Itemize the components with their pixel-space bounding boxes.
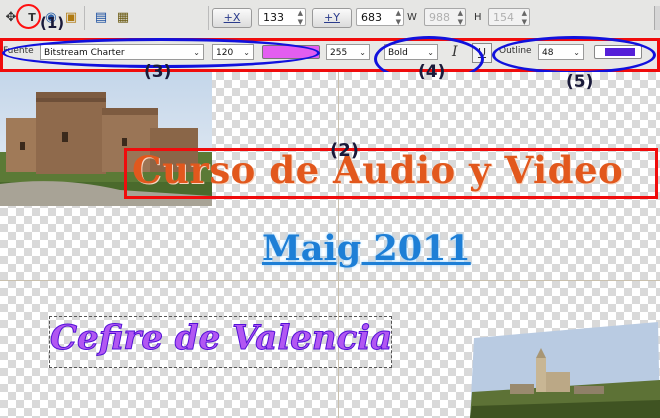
- separator: [84, 6, 85, 30]
- width-value: 988: [429, 11, 450, 24]
- save-icon[interactable]: ▤: [92, 9, 110, 27]
- annotation-box-title: [124, 148, 658, 199]
- save-as-icon[interactable]: ▦: [114, 9, 132, 27]
- spin-arrows-icon: ▲ ▼: [521, 9, 527, 26]
- annotation-4: (4): [418, 62, 446, 82]
- spin-arrows-icon[interactable]: ▲ ▼: [396, 9, 401, 27]
- spin-arrows-icon[interactable]: ▲ ▼: [298, 9, 303, 27]
- image-icon[interactable]: ▣: [62, 9, 80, 27]
- annotation-circle-1: [16, 4, 41, 29]
- height-value: 154: [493, 11, 514, 24]
- annotation-2: (2): [330, 140, 359, 161]
- church-photo[interactable]: [470, 322, 660, 418]
- x-input[interactable]: 133 ▲ ▼: [258, 8, 306, 26]
- annotation-oval-5: [492, 36, 656, 74]
- annotation-3: (3): [144, 62, 172, 82]
- date-text[interactable]: Maig 2011: [262, 228, 471, 269]
- y-input[interactable]: 683 ▲ ▼: [356, 8, 404, 26]
- width-input: 988 ▲ ▼: [424, 8, 466, 26]
- width-label: W: [407, 12, 417, 23]
- position-x-button[interactable]: +X: [212, 8, 252, 28]
- annotation-1: (1): [40, 14, 65, 32]
- spin-arrows-icon: ▲ ▼: [457, 9, 463, 26]
- guide-horizontal: [0, 280, 660, 281]
- annotation-5: (5): [566, 72, 594, 92]
- separator: [208, 6, 209, 30]
- position-y-button[interactable]: +Y: [312, 8, 352, 28]
- y-value: 683: [361, 11, 382, 24]
- height-label: H: [474, 12, 482, 23]
- x-value: 133: [263, 11, 284, 24]
- height-input: 154 ▲ ▼: [488, 8, 530, 26]
- toolbar-edge: [654, 6, 660, 30]
- org-text[interactable]: Cefire de Valencia: [49, 318, 392, 359]
- top-toolbar: ✥ T ◉ ▣ ▤ ▦ +X 133 ▲ ▼ +Y 683 ▲ ▼ W 988 ▲ ▼ H …: [0, 0, 660, 37]
